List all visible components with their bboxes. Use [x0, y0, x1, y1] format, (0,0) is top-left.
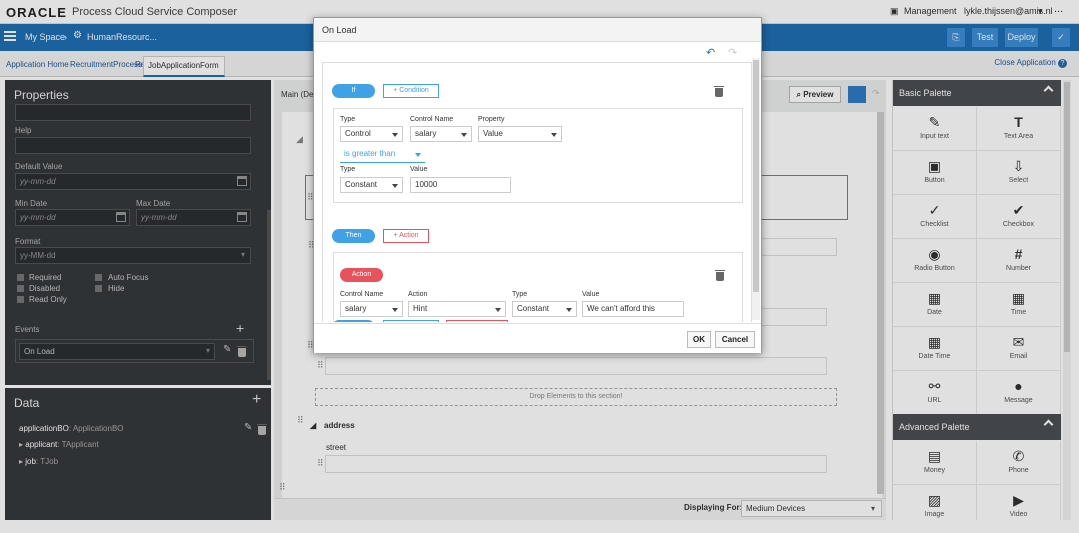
- next-pill: [332, 320, 375, 322]
- control-name-value: salary: [415, 129, 437, 138]
- on-load-dialog: On Load ↶ ↷ If + Condition Type Control …: [313, 17, 762, 353]
- type-select[interactable]: Control: [340, 126, 403, 142]
- value-input[interactable]: 10000: [410, 177, 511, 193]
- if-pill: If: [332, 84, 375, 98]
- chevron-down-icon: [566, 308, 572, 312]
- chevron-down-icon: [392, 133, 398, 137]
- action-block: Action Control Name Action Type Value sa…: [333, 252, 743, 322]
- action-pill: Action: [340, 268, 383, 282]
- cancel-button[interactable]: Cancel: [715, 331, 755, 348]
- operator-value: is greater than: [344, 149, 396, 158]
- action-value-value: We can't afford this: [587, 304, 655, 313]
- chevron-down-icon: [392, 308, 398, 312]
- value-value: 10000: [415, 180, 438, 189]
- type-value: Control: [345, 129, 371, 138]
- dialog-footer: OK Cancel: [314, 323, 761, 353]
- next-add-button[interactable]: [383, 320, 439, 322]
- control-name-select[interactable]: salary: [410, 126, 472, 142]
- chevron-down-icon: [461, 133, 467, 137]
- action-value-label: Value: [582, 291, 600, 298]
- action-action-label: Action: [408, 291, 428, 298]
- action-action-select[interactable]: Hint: [408, 301, 506, 317]
- chevron-down-icon: [495, 308, 501, 312]
- type-label: Type: [340, 116, 356, 123]
- add-condition-button[interactable]: + Condition: [383, 84, 439, 98]
- trash-icon[interactable]: [714, 86, 724, 97]
- dialog-scrollbar[interactable]: [752, 58, 760, 320]
- chevron-down-icon: [415, 153, 421, 157]
- action-type-value: Constant: [517, 304, 550, 313]
- action-action-value: Hint: [413, 304, 428, 313]
- dialog-title: On Load: [322, 25, 357, 35]
- dialog-header: On Load: [314, 18, 761, 42]
- operator-select[interactable]: is greater than: [340, 147, 425, 163]
- action-control-name-value: salary: [345, 304, 367, 313]
- trash-icon[interactable]: [715, 270, 725, 281]
- ok-button[interactable]: OK: [687, 331, 711, 348]
- action-type-select[interactable]: Constant: [512, 301, 577, 317]
- action-value-input[interactable]: We can't afford this: [582, 301, 684, 317]
- next-add-button[interactable]: [446, 320, 508, 322]
- type2-value: Constant: [345, 180, 378, 189]
- property-value: Value: [483, 129, 503, 138]
- property-label: Property: [478, 116, 505, 123]
- value-label: Value: [410, 166, 428, 173]
- type2-select[interactable]: Constant: [340, 177, 403, 193]
- control-name-label: Control Name: [410, 116, 454, 123]
- property-select[interactable]: Value: [478, 126, 562, 142]
- condition-block: Type Control Name Property Control salar…: [333, 108, 743, 203]
- then-pill: Then: [332, 229, 375, 243]
- add-action-button[interactable]: + Action: [383, 229, 429, 243]
- chevron-down-icon: [551, 133, 557, 137]
- type2-label: Type: [340, 166, 356, 173]
- action-type-label: Type: [512, 291, 528, 298]
- dialog-body: If + Condition Type Control Name Propert…: [322, 42, 753, 322]
- chevron-down-icon: [392, 184, 398, 188]
- action-control-name-select[interactable]: salary: [340, 301, 403, 317]
- action-control-name-label: Control Name: [340, 291, 384, 298]
